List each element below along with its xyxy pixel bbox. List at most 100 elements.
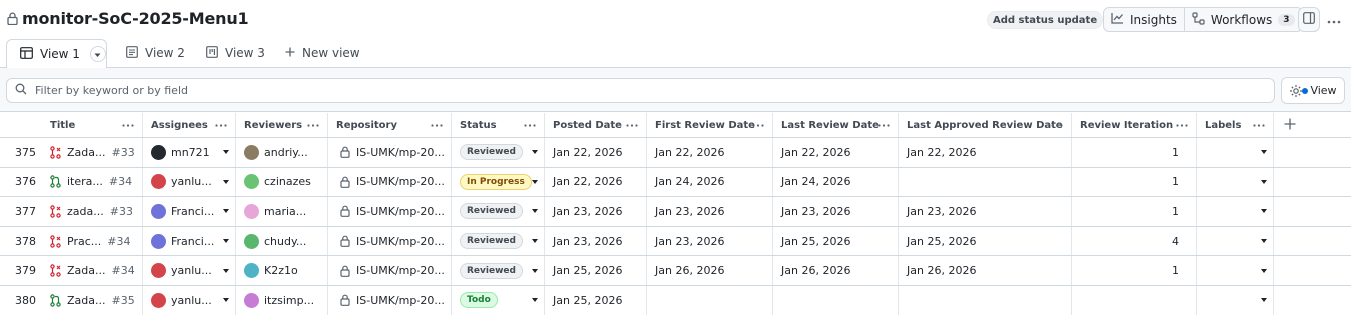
dropdown-caret-icon[interactable]: [1261, 298, 1267, 303]
dropdown-caret-icon[interactable]: [1261, 268, 1267, 273]
column-menu-icon[interactable]: [752, 119, 764, 130]
review-iteration-cell[interactable]: 1: [1072, 256, 1197, 285]
first-review-date-cell[interactable]: Jan 26, 2026: [647, 256, 773, 285]
assignees-cell[interactable]: yanlu...: [143, 256, 236, 285]
new-view-button[interactable]: New view: [285, 38, 360, 68]
status-cell[interactable]: Reviewed: [452, 138, 545, 167]
column-header-repository[interactable]: Repository: [328, 113, 452, 137]
filter-input[interactable]: [35, 84, 1235, 97]
side-panel-toggle-button[interactable]: [1298, 7, 1320, 32]
column-header-title[interactable]: Title: [42, 113, 143, 137]
status-cell[interactable]: Reviewed: [452, 197, 545, 226]
assignees-cell[interactable]: yanlu...: [143, 167, 236, 197]
last-review-date-cell[interactable]: Jan 22, 2026: [773, 138, 899, 167]
last-approved-date-cell[interactable]: [899, 286, 1072, 315]
last-approved-date-cell[interactable]: Jan 25, 2026: [899, 226, 1072, 256]
table-row[interactable]: 379 Zada... #34 yanlu... K2z1o IS-UMK/mp-20..…: [0, 256, 1351, 286]
labels-cell[interactable]: [1197, 286, 1274, 315]
last-review-date-cell[interactable]: Jan 25, 2026: [773, 226, 899, 256]
assignees-cell[interactable]: Franci...: [143, 197, 236, 226]
table-row[interactable]: 378 Prac... #34 Franci... chudy... IS-UMK/mp-…: [0, 226, 1351, 257]
last-approved-date-cell[interactable]: Jan 26, 2026: [899, 256, 1072, 285]
view-options-button[interactable]: View: [1281, 77, 1345, 104]
title-cell[interactable]: Zada... #35: [42, 286, 143, 315]
table-row[interactable]: 375 Zada... #33 mn721 andriy... IS-UMK/mp-20.…: [0, 138, 1351, 168]
status-cell[interactable]: Todo: [452, 286, 545, 315]
dropdown-caret-icon[interactable]: [223, 239, 229, 244]
table-row[interactable]: 380 Zada... #35 yanlu... itzsimp... IS-UMK/mp…: [0, 286, 1351, 315]
dropdown-caret-icon[interactable]: [532, 268, 538, 273]
last-review-date-cell[interactable]: [773, 286, 899, 315]
reviewers-cell[interactable]: itzsimp...: [236, 286, 328, 315]
column-header-labels[interactable]: Labels: [1197, 113, 1274, 137]
repository-cell[interactable]: IS-UMK/mp-20...: [328, 167, 452, 197]
repository-cell[interactable]: IS-UMK/mp-20...: [328, 138, 452, 167]
posted-date-cell[interactable]: Jan 22, 2026: [545, 138, 647, 167]
repository-cell[interactable]: IS-UMK/mp-20...: [328, 286, 452, 315]
table-row[interactable]: 377 zada... #33 Franci... maria... IS-UMK/mp-…: [0, 197, 1351, 227]
title-cell[interactable]: itera... #34: [42, 167, 143, 197]
review-iteration-cell[interactable]: 1: [1072, 197, 1197, 226]
posted-date-cell[interactable]: Jan 22, 2026: [545, 167, 647, 197]
column-menu-icon[interactable]: [431, 119, 443, 130]
status-cell[interactable]: In Progress: [452, 167, 545, 197]
last-review-date-cell[interactable]: Jan 23, 2026: [773, 197, 899, 226]
column-menu-icon[interactable]: [626, 119, 638, 130]
title-cell[interactable]: Zada... #33: [42, 138, 143, 167]
labels-cell[interactable]: [1197, 167, 1274, 197]
labels-cell[interactable]: [1197, 226, 1274, 256]
column-header-reviewers[interactable]: Reviewers: [236, 113, 328, 137]
dropdown-caret-icon[interactable]: [532, 150, 538, 155]
status-cell[interactable]: Reviewed: [452, 256, 545, 285]
repository-cell[interactable]: IS-UMK/mp-20...: [328, 256, 452, 285]
labels-cell[interactable]: [1197, 138, 1274, 167]
column-header-first-review-date[interactable]: First Review Date: [647, 113, 773, 137]
posted-date-cell[interactable]: Jan 23, 2026: [545, 197, 647, 226]
title-cell[interactable]: Zada... #34: [42, 256, 143, 285]
column-menu-icon[interactable]: [215, 119, 227, 130]
last-approved-date-cell[interactable]: Jan 23, 2026: [899, 197, 1072, 226]
column-header-review-iteration[interactable]: Review Iteration: [1072, 113, 1197, 137]
reviewers-cell[interactable]: andriy...: [236, 138, 328, 167]
review-iteration-cell[interactable]: 1: [1072, 138, 1197, 167]
column-menu-icon[interactable]: [122, 119, 134, 130]
column-menu-icon[interactable]: [307, 119, 319, 130]
last-approved-date-cell[interactable]: [899, 167, 1072, 197]
review-iteration-cell[interactable]: [1072, 286, 1197, 315]
dropdown-caret-icon[interactable]: [532, 298, 538, 303]
labels-cell[interactable]: [1197, 256, 1274, 285]
column-header-posted-date[interactable]: Posted Date: [545, 113, 647, 137]
dropdown-caret-icon[interactable]: [223, 268, 229, 273]
dropdown-caret-icon[interactable]: [532, 239, 538, 244]
first-review-date-cell[interactable]: Jan 22, 2026: [647, 138, 773, 167]
title-cell[interactable]: zada... #33: [42, 197, 143, 226]
first-review-date-cell[interactable]: Jan 23, 2026: [647, 226, 773, 256]
table-row[interactable]: 376 itera... #34 yanlu... czinazes IS-UMK/mp-…: [0, 167, 1351, 198]
tab-view-2[interactable]: View 2: [126, 38, 185, 68]
dropdown-caret-icon[interactable]: [532, 179, 538, 184]
posted-date-cell[interactable]: Jan 25, 2026: [545, 256, 647, 285]
review-iteration-cell[interactable]: 1: [1072, 167, 1197, 197]
status-cell[interactable]: Reviewed: [452, 226, 545, 256]
last-review-date-cell[interactable]: Jan 24, 2026: [773, 167, 899, 197]
dropdown-caret-icon[interactable]: [1261, 209, 1267, 214]
reviewers-cell[interactable]: chudy...: [236, 226, 328, 256]
posted-date-cell[interactable]: Jan 23, 2026: [545, 226, 647, 256]
insights-button[interactable]: Insights: [1104, 8, 1184, 31]
repository-cell[interactable]: IS-UMK/mp-20...: [328, 226, 452, 256]
tab-view-1[interactable]: View 1: [6, 39, 107, 69]
column-menu-icon[interactable]: [1051, 119, 1063, 130]
column-menu-icon[interactable]: [1176, 119, 1188, 130]
column-menu-icon[interactable]: [1253, 119, 1265, 130]
reviewers-cell[interactable]: maria...: [236, 197, 328, 226]
last-approved-date-cell[interactable]: Jan 22, 2026: [899, 138, 1072, 167]
repository-cell[interactable]: IS-UMK/mp-20...: [328, 197, 452, 226]
dropdown-caret-icon[interactable]: [223, 298, 229, 303]
assignees-cell[interactable]: Franci...: [143, 226, 236, 256]
column-header-status[interactable]: Status: [452, 113, 545, 137]
dropdown-caret-icon[interactable]: [1261, 179, 1267, 184]
first-review-date-cell[interactable]: [647, 286, 773, 315]
reviewers-cell[interactable]: czinazes: [236, 167, 328, 197]
column-menu-icon[interactable]: [524, 119, 536, 130]
dropdown-caret-icon[interactable]: [223, 179, 229, 184]
